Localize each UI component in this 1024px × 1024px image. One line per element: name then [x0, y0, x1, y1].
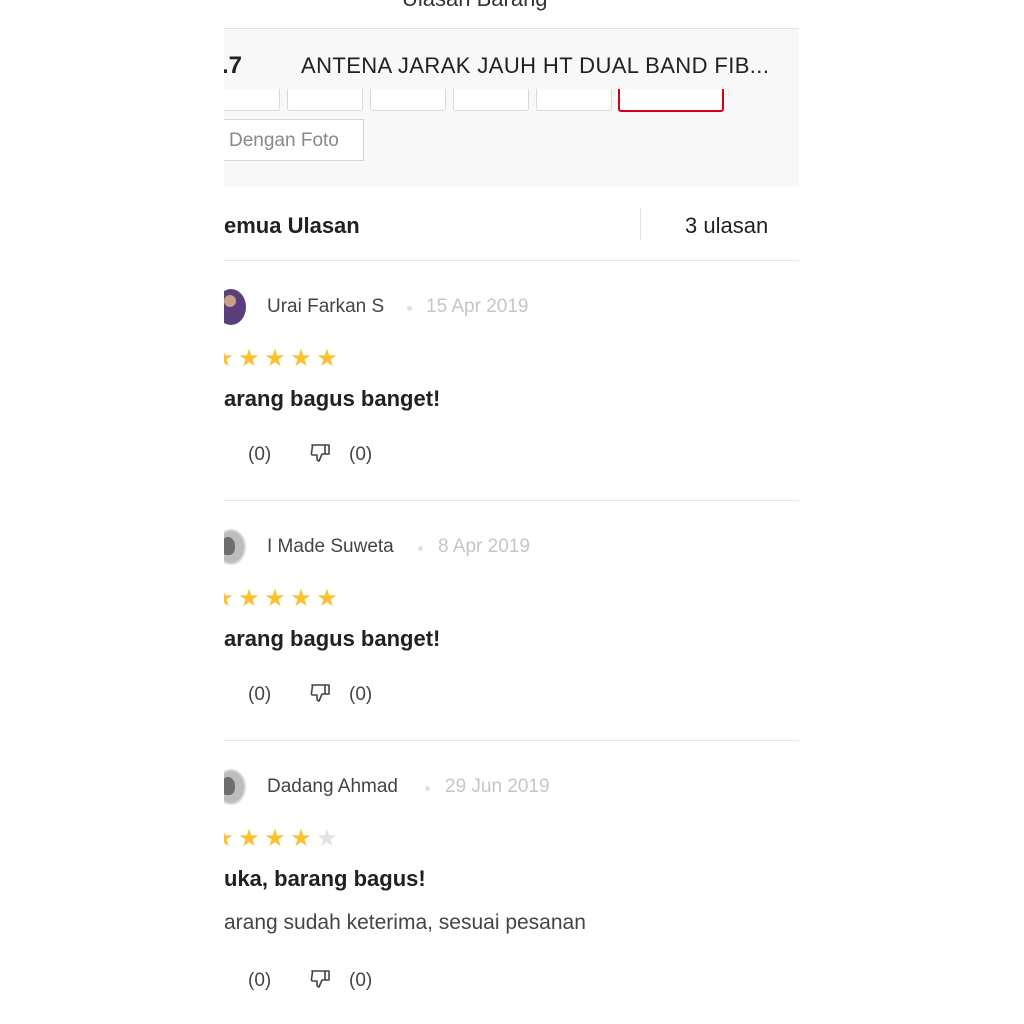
review-item: I Made Suweta 8 Apr 2019 ★★★★★ arang bag… [224, 501, 799, 741]
like-count: (0) [248, 970, 272, 991]
review-headline: arang bagus banget! [224, 626, 441, 651]
thumbs-down-icon[interactable] [310, 968, 332, 990]
star-icon: ★ [224, 347, 236, 371]
separator-dot [418, 546, 423, 551]
review-headline: arang bagus banget! [224, 386, 441, 411]
thumbs-up-icon[interactable] [224, 444, 238, 466]
filter-with-photo-label: Dengan Foto [229, 130, 339, 151]
all-reviews-header: emua Ulasan 3 ulasan [224, 188, 799, 261]
page-title: Ulasan Barang [402, 0, 548, 12]
star-rating: ★★★★★ [224, 827, 340, 851]
review-count: 3 ulasan [685, 213, 769, 238]
top-bar: Ulasan Barang [224, 0, 799, 29]
thumbs-up-icon[interactable] [224, 970, 238, 992]
review-headline: uka, barang bagus! [224, 866, 426, 891]
filter-chip-3[interactable] [370, 89, 446, 111]
product-name[interactable]: ANTENA JARAK JAUH HT DUAL BAND FIB... [301, 53, 769, 79]
default-avatar-icon [224, 529, 246, 565]
star-icon: ★ [290, 585, 312, 612]
star-rating: ★★★★★ [224, 347, 340, 371]
filter-chip-4[interactable] [453, 89, 529, 111]
average-rating: .7 [224, 52, 243, 79]
rating-summary: .7 ANTENA JARAK JAUH HT DUAL BAND FIB...… [224, 29, 799, 187]
star-icon: ★ [264, 345, 286, 372]
review-date: 8 Apr 2019 [438, 536, 530, 557]
star-icon: ★ [238, 585, 260, 612]
review-item: Urai Farkan S 15 Apr 2019 ★★★★★ arang ba… [224, 261, 799, 501]
dislike-count: (0) [349, 684, 373, 705]
review-body: arang sudah keterima, sesuai pesanan [224, 911, 586, 934]
filter-chip-2[interactable] [287, 89, 363, 111]
separator-dot [425, 786, 430, 791]
star-empty-icon: ★ [316, 825, 338, 852]
reviewer-name: I Made Suweta [267, 536, 394, 557]
star-icon: ★ [290, 345, 312, 372]
star-icon: ★ [224, 827, 236, 851]
filter-chip-1[interactable] [224, 89, 280, 111]
star-icon: ★ [290, 825, 312, 852]
dislike-count: (0) [349, 970, 373, 991]
star-icon: ★ [316, 585, 338, 612]
reviewer-name: Urai Farkan S [267, 296, 385, 317]
review-screen: Ulasan Barang .7 ANTENA JARAK JAUH HT DU… [224, 0, 799, 1024]
review-date: 29 Jun 2019 [445, 776, 550, 797]
reviewer-name: Dadang Ahmad [267, 776, 398, 797]
dislike-count: (0) [349, 444, 373, 465]
star-icon: ★ [264, 585, 286, 612]
star-icon: ★ [238, 825, 260, 852]
thumbs-down-icon[interactable] [310, 682, 332, 704]
star-icon: ★ [316, 345, 338, 372]
like-count: (0) [248, 684, 272, 705]
star-icon: ★ [238, 345, 260, 372]
header-divider [640, 208, 641, 240]
thumbs-up-icon[interactable] [224, 684, 238, 706]
star-icon: ★ [264, 825, 286, 852]
default-avatar-icon [224, 769, 246, 805]
thumbs-down-icon[interactable] [310, 442, 332, 464]
star-icon: ★ [224, 587, 236, 611]
user-avatar-icon [224, 289, 246, 325]
star-rating: ★★★★★ [224, 587, 340, 611]
filter-chip-all-active[interactable] [618, 89, 724, 112]
like-count: (0) [248, 444, 272, 465]
filter-with-photo-button[interactable]: Dengan Foto [224, 119, 364, 161]
all-reviews-title: emua Ulasan [224, 213, 360, 238]
review-date: 15 Apr 2019 [426, 296, 529, 317]
filter-chip-5[interactable] [536, 89, 612, 111]
review-item: Dadang Ahmad 29 Jun 2019 ★★★★★ uka, bara… [224, 741, 799, 1024]
separator-dot [407, 306, 412, 311]
